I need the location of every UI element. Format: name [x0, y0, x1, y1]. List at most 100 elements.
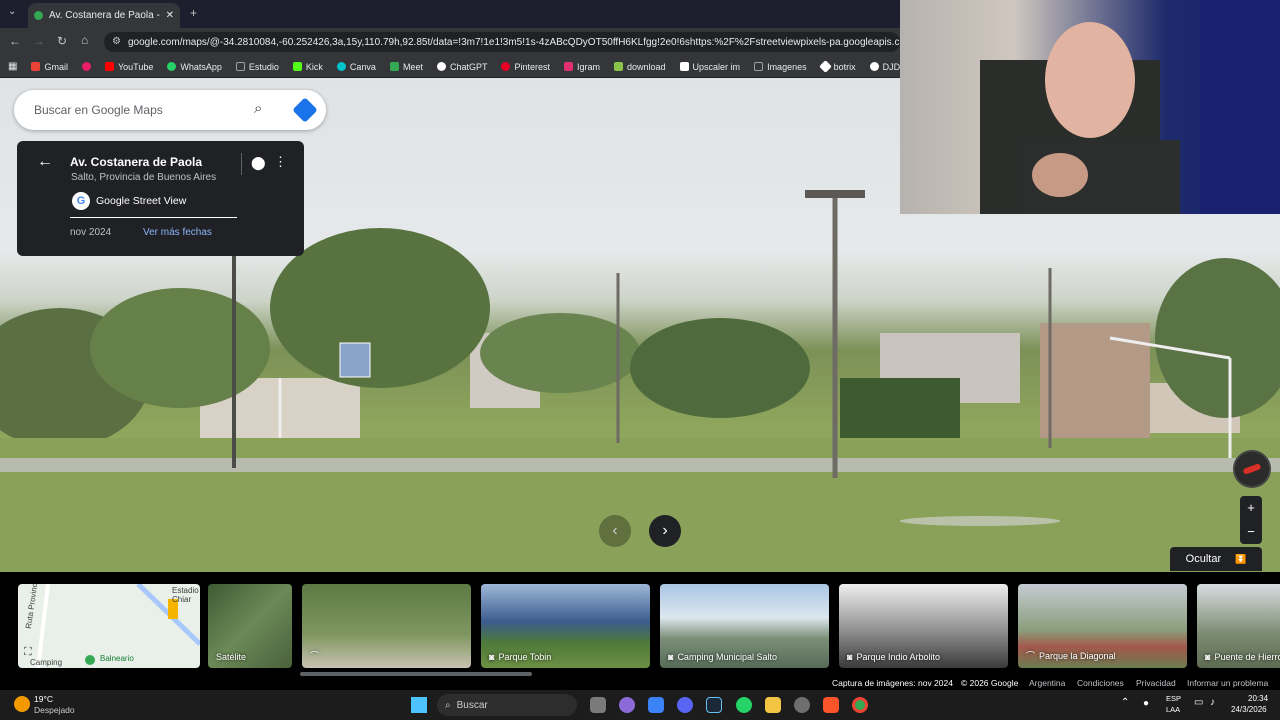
task-view-icon[interactable] — [590, 697, 606, 713]
tab-search-icon[interactable]: ⌄ — [8, 6, 16, 17]
next-arrow-button[interactable]: › — [649, 515, 681, 547]
tab-active[interactable]: Av. Costanera de Paola - Googl ✕ — [28, 3, 180, 28]
divider — [70, 217, 237, 218]
reload-icon[interactable]: ↻ — [57, 34, 67, 48]
search-icon[interactable]: ⌕ — [254, 100, 262, 117]
network-icon[interactable]: ▭ — [1194, 697, 1203, 708]
zoom-out-button[interactable]: − — [1240, 520, 1262, 544]
back-arrow-icon[interactable]: ← — [37, 153, 53, 171]
zoom-in-button[interactable]: + — [1240, 496, 1262, 520]
bookmark-item[interactable]: Upscaler im — [679, 62, 740, 72]
tray-chevron-icon[interactable]: ⌃ — [1121, 697, 1129, 708]
more-dates-link[interactable]: Ver más fechas — [143, 227, 212, 238]
forward-icon[interactable]: → — [33, 34, 45, 48]
directions-icon[interactable] — [292, 97, 318, 123]
hide-strip-button[interactable]: Ocultar ⏬ — [1170, 547, 1262, 571]
taskbar: 19°C Despejado ⌕ Buscar — [0, 690, 1280, 720]
terms-link[interactable]: Condiciones — [1077, 678, 1124, 688]
bookmark-item[interactable]: download — [614, 62, 666, 72]
streetview-icon: ⌒ — [310, 651, 320, 661]
more-options-icon[interactable]: ⋮ — [274, 154, 287, 170]
chrome-icon[interactable] — [852, 697, 868, 713]
minimap-label: Camping — [30, 658, 63, 667]
new-tab-icon[interactable]: + — [190, 6, 197, 20]
bookmark-item[interactable]: Gmail — [31, 62, 68, 72]
bookmark-item[interactable]: YouTube — [104, 62, 153, 72]
capture-date: nov 2024 — [70, 227, 112, 238]
capture-date-footer: Captura de imágenes: nov 2024 — [832, 678, 953, 688]
maps-favicon-icon — [34, 11, 43, 20]
back-icon[interactable]: ← — [9, 34, 21, 48]
minimap-label: Balneario — [100, 654, 134, 663]
camera-icon: ◙ — [847, 652, 853, 662]
privacy-link[interactable]: Privacidad — [1136, 678, 1176, 688]
bookmark-item[interactable]: Igram — [564, 62, 600, 72]
bookmark-item[interactable]: WhatsApp — [167, 62, 222, 72]
pin-icon[interactable]: ⬤ — [251, 155, 266, 171]
brave-icon[interactable] — [823, 697, 839, 713]
search-input[interactable]: Buscar en Google Maps — [34, 103, 163, 117]
app-icon[interactable] — [619, 697, 635, 713]
home-icon[interactable]: ⌂ — [81, 33, 88, 47]
bookmark-folder[interactable]: Estudio — [235, 62, 279, 72]
location-title: Av. Costanera de Paola — [70, 155, 203, 169]
satellite-thumbnail[interactable]: Satélite — [208, 584, 292, 668]
notes-icon[interactable] — [648, 697, 664, 713]
webcam-overlay — [900, 0, 1280, 214]
bookmark-item[interactable]: botrix — [818, 60, 856, 73]
photo-strip: Estadio Chiar Ruta Provincial Balneario … — [0, 572, 1280, 690]
location-subtitle: Salto, Provincia de Buenos Aires — [71, 172, 217, 183]
steam-icon[interactable] — [706, 697, 722, 713]
streetview-icon: ⌒ — [1026, 651, 1036, 661]
thumbnail-streetview[interactable]: ⌒ — [302, 584, 471, 668]
address-bar[interactable]: ⚙ google.com/maps/@-34.2810084,-60.25242… — [104, 32, 900, 52]
minimap-thumbnail[interactable]: Estadio Chiar Ruta Provincial Balneario … — [18, 584, 200, 668]
zoom-control: + − — [1240, 496, 1262, 544]
compass-icon[interactable] — [1233, 450, 1271, 488]
bookmark-item[interactable]: ChatGPT — [436, 62, 487, 72]
site-info-icon[interactable]: ⚙ — [112, 36, 121, 47]
apps-icon[interactable]: ▦ — [8, 61, 17, 72]
url-text: google.com/maps/@-34.2810084,-60.252426,… — [128, 36, 900, 48]
settings-icon[interactable] — [794, 697, 810, 713]
street-view-info-card: ← Av. Costanera de Paola Salto, Provinci… — [17, 141, 304, 256]
maps-footer: Captura de imágenes: nov 2024 © 2026 Goo… — [0, 676, 1280, 690]
previous-arrow-button[interactable]: ‹ — [599, 515, 631, 547]
whatsapp-icon[interactable] — [736, 697, 752, 713]
report-problem-link[interactable]: Informar un problema — [1187, 678, 1268, 688]
bookmarks-bar: ▦ Gmail YouTube WhatsApp Estudio Kick Ca… — [0, 56, 961, 78]
google-logo-icon: G — [72, 192, 90, 210]
bookmark-item[interactable]: Meet — [389, 62, 423, 72]
thumbnail-parque-la-diagonal[interactable]: ⌒ Parque la Diagonal — [1018, 584, 1187, 668]
windows-start-icon[interactable] — [411, 697, 427, 713]
thumbnail-parque-indio-arbolito[interactable]: ◙ Parque Indio Arbolito — [839, 584, 1008, 668]
minimap-label: Estadio — [172, 586, 199, 595]
tab-strip: ⌄ Av. Costanera de Paola - Googl ✕ + — [0, 0, 900, 28]
bookmark-folder[interactable]: Imagenes — [754, 62, 807, 72]
divider — [241, 153, 242, 175]
language-indicator-sub: LAA — [1166, 705, 1181, 714]
search-icon: ⌕ — [445, 699, 451, 711]
language-indicator[interactable]: ESP — [1166, 694, 1181, 703]
search-box[interactable]: Buscar en Google Maps ⌕ — [14, 90, 326, 130]
taskbar-search[interactable]: ⌕ Buscar — [437, 694, 577, 716]
weather-icon[interactable] — [14, 696, 30, 712]
thumbnail-parque-tobin[interactable]: ◙ Parque Tobin — [481, 584, 650, 668]
volume-icon[interactable]: ♪ — [1210, 697, 1215, 708]
country-link[interactable]: Argentina — [1029, 678, 1065, 688]
microphone-icon[interactable]: ● — [1143, 698, 1149, 709]
expand-icon[interactable]: ⛶ — [24, 646, 32, 659]
clock-time[interactable]: 20:34 — [1248, 694, 1268, 703]
bookmark-item[interactable]: Pinterest — [501, 62, 550, 72]
minimap-label: Chiar — [172, 595, 192, 604]
weather-desc: Despejado — [34, 705, 75, 715]
close-tab-icon[interactable]: ✕ — [166, 10, 174, 21]
camera-icon: ◙ — [489, 652, 495, 662]
thumbnail-puente-de-hierro[interactable]: ◙ Puente de Hierro — [1197, 584, 1280, 668]
file-explorer-icon[interactable] — [765, 697, 781, 713]
bookmark-item[interactable]: Canva — [336, 62, 376, 72]
thumbnail-camping-municipal[interactable]: ◙ Camping Municipal Salto — [660, 584, 829, 668]
bookmark-item[interactable] — [81, 62, 91, 71]
bookmark-item[interactable]: Kick — [292, 62, 323, 72]
discord-icon[interactable] — [677, 697, 693, 713]
